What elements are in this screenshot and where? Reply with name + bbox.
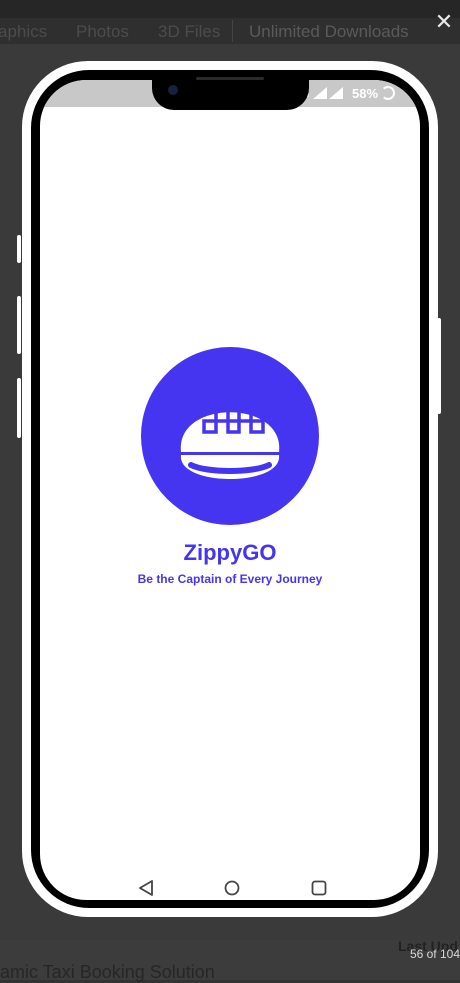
- app-tagline: Be the Captain of Every Journey: [137, 572, 323, 586]
- nav-home-icon[interactable]: [222, 878, 242, 898]
- nav-divider: [232, 20, 233, 42]
- speaker-grille: [196, 77, 264, 80]
- close-icon: ✕: [434, 9, 454, 34]
- app-name: ZippyGO: [183, 540, 277, 565]
- phone-mute-switch: [17, 235, 21, 263]
- nav-item-photos[interactable]: Photos: [76, 22, 129, 42]
- phone-volume-up: [17, 296, 21, 354]
- nav-item-unlimited-downloads[interactable]: Unlimited Downloads: [249, 22, 409, 42]
- signal-icon: [313, 87, 327, 99]
- app-logo: [141, 347, 319, 525]
- close-button[interactable]: ✕: [432, 10, 456, 34]
- nav-back-icon[interactable]: [136, 878, 156, 898]
- phone-volume-down: [17, 378, 21, 438]
- nav-item-graphics[interactable]: aphics: [0, 22, 47, 42]
- battery-loading-icon: [381, 86, 395, 100]
- top-bar: [0, 0, 460, 18]
- category-nav: aphics Photos 3D Files Unlimited Downloa…: [0, 18, 460, 44]
- camera-icon: [168, 85, 178, 95]
- nav-item-3d-files[interactable]: 3D Files: [158, 22, 220, 42]
- phone-notch: [152, 77, 309, 110]
- battery-percentage: 58%: [352, 86, 379, 101]
- image-counter: 56 of 104: [409, 947, 460, 961]
- nav-recents-icon[interactable]: [309, 878, 329, 898]
- taxi-cap-icon: [180, 408, 280, 479]
- signal-icon-2: [329, 87, 343, 99]
